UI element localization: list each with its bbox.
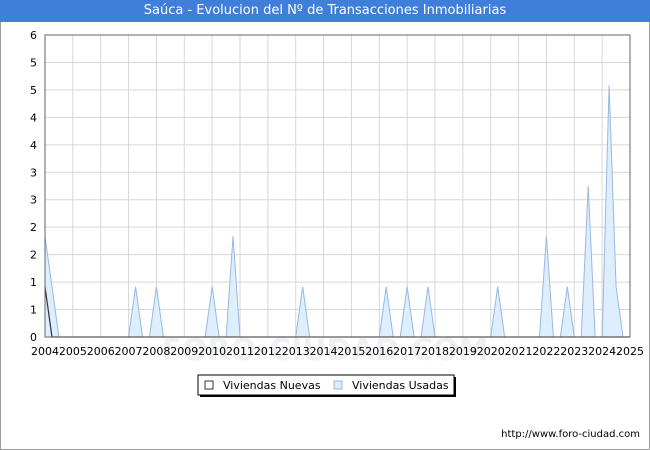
y-tick-label: 6 [30,29,37,42]
x-tick-label: 2007 [115,345,143,358]
y-tick-label: 5 [30,84,37,97]
x-tick-label: 2019 [449,345,477,358]
x-tick-label: 2025 [616,345,644,358]
x-tick-label: 2018 [421,345,449,358]
y-axis-ticks: 0 1 1 2 2 3 3 4 4 5 5 6 [30,29,37,344]
y-tick-label: 3 [30,194,37,207]
x-tick-label: 2008 [142,345,170,358]
legend-label-usadas: Viviendas Usadas [352,379,449,392]
y-tick-label: 2 [30,221,37,234]
chart-canvas: FORO-CIUDAD.COM 011223344556 2004 2005 200… [30,29,644,440]
y-tick-label: 5 [30,56,37,69]
x-tick-label: 2012 [254,345,282,358]
x-tick-label: 2022 [532,345,560,358]
y-tick-label: 0 [30,331,37,344]
y-tick-label: 1 [30,276,37,289]
x-tick-label: 2017 [393,345,421,358]
x-tick-label: 2016 [365,345,393,358]
x-tick-label: 2020 [477,345,505,358]
legend-label-nuevas: Viviendas Nuevas [223,379,321,392]
x-axis-ticks: 2004 2005 2006 2007 2008 2009 2010 2011 2012 2013… [31,345,644,358]
y-tick-label: 4 [30,111,37,124]
x-tick-label: 2009 [170,345,198,358]
y-tick-label: 1 [30,304,37,317]
x-tick-label: 2011 [226,345,254,358]
y-tick-label: 4 [30,139,37,152]
x-tick-label: 2013 [282,345,310,358]
x-tick-label: 2006 [87,345,115,358]
x-tick-label: 2024 [588,345,616,358]
legend: Viviendas Nuevas Viviendas Usadas [197,374,456,397]
legend-swatch-usadas [333,380,343,390]
source-url: http://www.foro-ciudad.com [501,429,640,440]
x-tick-label: 2015 [337,345,365,358]
x-tick-label: 2005 [59,345,87,358]
y-tick-label: 3 [30,166,37,179]
x-tick-label: 2010 [198,345,226,358]
x-tick-label: 2004 [31,345,59,358]
area-viviendas-usadas [44,85,624,338]
x-tick-label: 2021 [505,345,533,358]
x-tick-label: 2023 [560,345,588,358]
y-tick-label: 2 [30,249,37,262]
x-tick-label: 2014 [310,345,338,358]
series-viviendas-usadas [44,85,624,338]
legend-swatch-nuevas [204,380,214,390]
